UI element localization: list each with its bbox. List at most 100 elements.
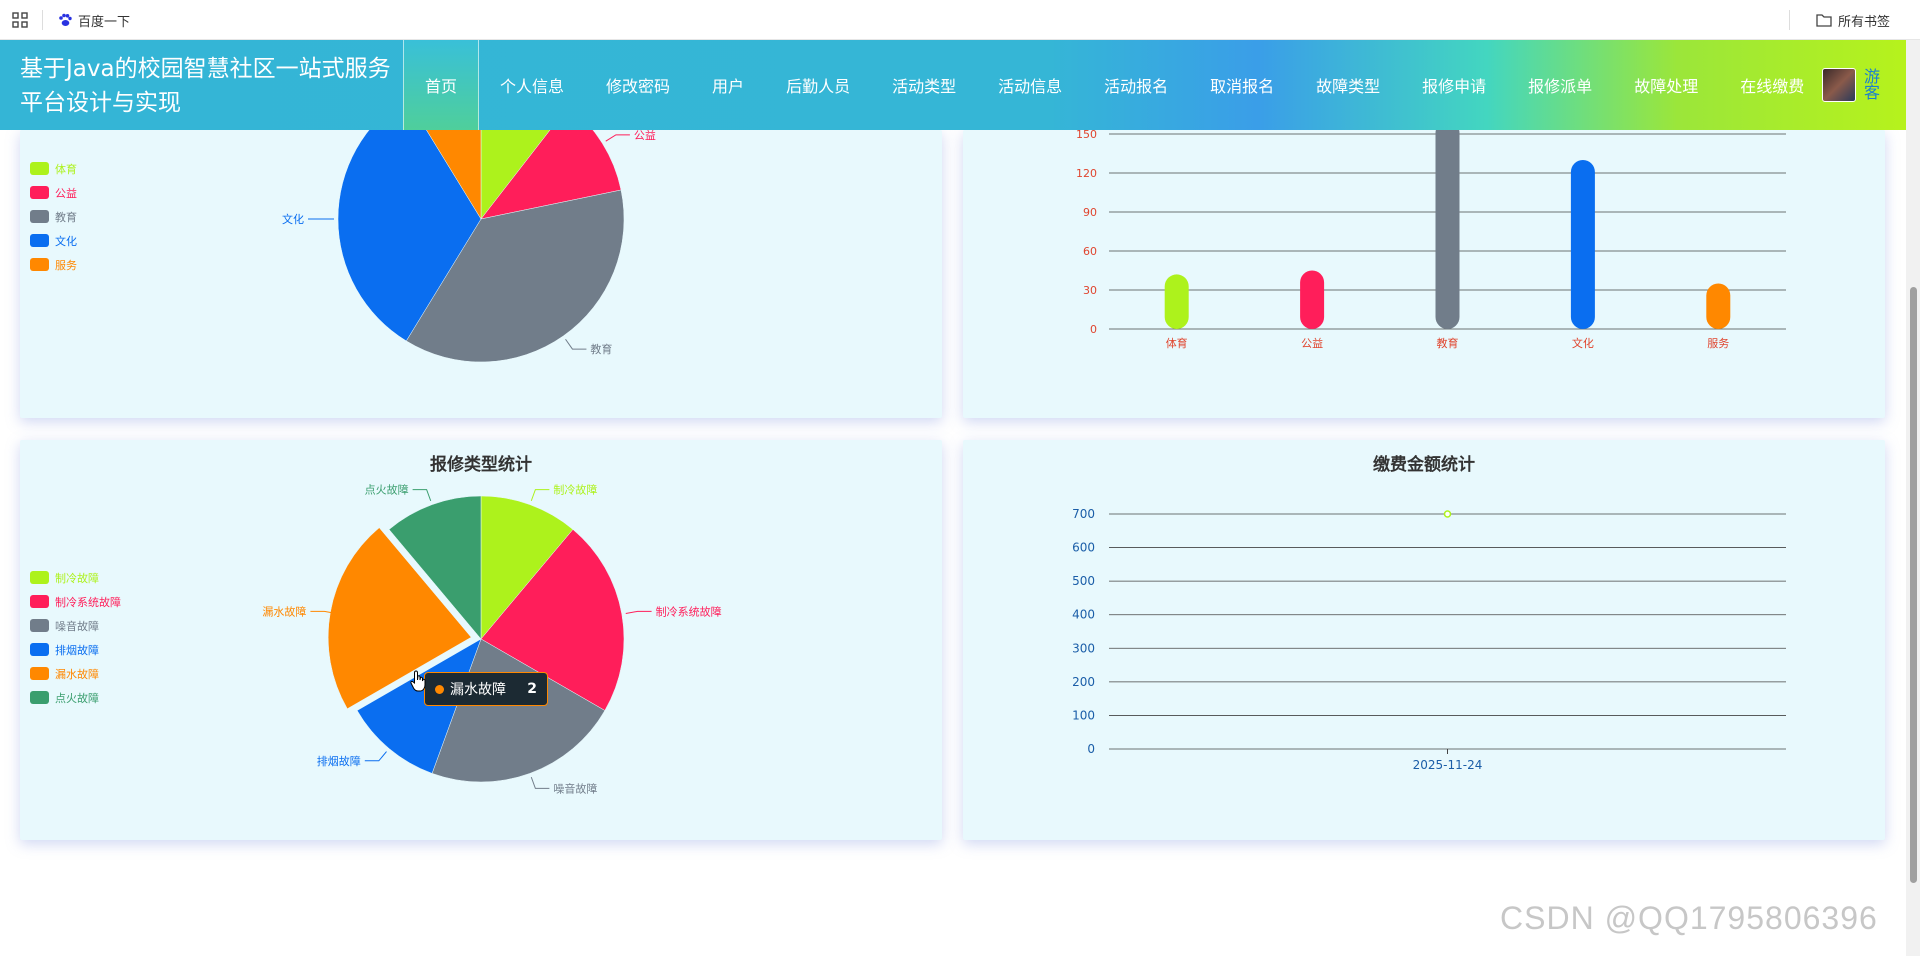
bar	[1706, 283, 1731, 329]
legend-swatch	[30, 258, 49, 271]
nav-item-online-payment[interactable]: 在线缴费	[1719, 40, 1825, 130]
activity-pie-chart: 体育公益教育文化服务体育公益教育文化服务	[30, 130, 656, 363]
bar	[1570, 160, 1595, 329]
y-tick-label: 300	[1072, 641, 1095, 655]
pie-label: 噪音故障	[553, 781, 597, 795]
page-scrollbar[interactable]	[1906, 40, 1920, 956]
x-tick-label: 教育	[1437, 336, 1459, 350]
y-tick-label: 60	[1083, 245, 1097, 258]
pie-label: 教育	[590, 342, 612, 356]
y-tick-label: 700	[1072, 507, 1095, 521]
bookmark-baidu[interactable]: 百度一下	[58, 10, 130, 30]
tooltip-dot	[435, 684, 444, 694]
nav-item-home[interactable]: 首页	[403, 40, 480, 130]
apps-grid-icon[interactable]	[12, 12, 28, 28]
nav-item-repair-dispatch[interactable]: 报修派单	[1507, 40, 1613, 130]
site-title: 基于Java的校园智慧社区一站式服务平台设计与实现	[20, 56, 391, 116]
y-tick-label: 500	[1072, 574, 1095, 588]
pie-label: 排烟故障	[317, 754, 361, 768]
y-tick-label: 200	[1072, 675, 1095, 689]
y-tick-label: 0	[1090, 323, 1097, 336]
repair-type-panel: 报修类型统计 制冷故障 制冷系统故障 噪音故障 排烟故障 漏水故障 点火故障 制冷故障 制冷系…	[20, 440, 942, 840]
tooltip-label: 漏水故障	[450, 682, 506, 698]
guest-label[interactable]: 游客	[1864, 69, 1882, 101]
legend-label: 文化	[55, 234, 77, 248]
pie-label: 公益	[634, 130, 656, 142]
nav-item-cancel-signup[interactable]: 取消报名	[1189, 40, 1295, 130]
repair-type-pie-chart: 制冷故障制冷系统故障噪音故障排烟故障漏水故障点火故障制冷故障制冷系统故障噪音故障…	[30, 483, 722, 795]
pie-label-line	[625, 610, 652, 614]
scrollbar-thumb[interactable]	[1910, 287, 1917, 883]
baidu-paw-icon	[59, 13, 72, 26]
y-tick-label: 30	[1083, 284, 1097, 297]
y-tick-label: 100	[1072, 708, 1095, 722]
pie-label-line	[412, 489, 432, 502]
pie-label: 点火故障	[365, 483, 409, 497]
bar	[1300, 270, 1325, 329]
legend-label: 点火故障	[55, 691, 99, 705]
pie-label-line	[605, 134, 630, 142]
y-tick-label: 400	[1072, 608, 1095, 622]
user-menu[interactable]: 游客	[1822, 68, 1882, 102]
y-tick-label: 600	[1072, 541, 1095, 555]
nav-item-activity-signup[interactable]: 活动报名	[1083, 40, 1189, 130]
legend-label: 体育	[55, 162, 77, 176]
bookmarks-divider	[42, 10, 43, 30]
pie-label-line	[530, 489, 550, 502]
legend-label: 制冷故障	[55, 571, 99, 585]
all-bookmarks[interactable]: 所有书签	[1816, 10, 1890, 30]
nav-item-fault-handling[interactable]: 故障处理	[1613, 40, 1719, 130]
x-tick-label: 服务	[1707, 337, 1729, 350]
legend-swatch	[30, 186, 49, 199]
legend-swatch	[30, 162, 49, 175]
x-tick-label: 文化	[1572, 336, 1594, 350]
legend-swatch	[30, 571, 49, 584]
nav-item-logistics-staff[interactable]: 后勤人员	[765, 40, 871, 130]
bar	[1435, 130, 1460, 329]
x-tick-label: 2025-11-24	[1413, 758, 1483, 772]
legend-swatch	[30, 691, 49, 704]
payment-panel: 缴费金额统计 0 100 200 300 400 500 600 700 2025-11-24	[963, 440, 1885, 840]
nav-item-users[interactable]: 用户	[691, 40, 765, 130]
nav-item-profile[interactable]: 个人信息	[479, 40, 585, 130]
legend-swatch	[30, 595, 49, 608]
payment-line-chart: 0 100 200 300 400 500 600 700 2025-11-24	[1072, 507, 1786, 772]
pie-label-line	[364, 751, 387, 762]
y-tick-label: 90	[1083, 206, 1097, 219]
pie-label-line	[530, 776, 550, 789]
all-bookmarks-label: 所有书签	[1837, 14, 1890, 30]
tooltip-value: 2	[527, 681, 537, 697]
nav-item-activity-type[interactable]: 活动类型	[871, 40, 977, 130]
legend-swatch	[30, 619, 49, 632]
pie-label: 制冷系统故障	[656, 604, 722, 618]
legend-label: 公益	[55, 186, 77, 200]
legend-swatch	[30, 667, 49, 680]
folder-icon	[1816, 14, 1832, 27]
y-tick-label: 0	[1087, 742, 1095, 756]
legend-swatch	[30, 234, 49, 247]
legend-label: 制冷系统故障	[55, 595, 121, 609]
legend-label: 噪音故障	[55, 619, 99, 633]
line-point	[1443, 510, 1452, 518]
legend-label: 漏水故障	[55, 667, 99, 681]
nav-item-repair-request[interactable]: 报修申请	[1401, 40, 1507, 130]
nav-item-activity-info[interactable]: 活动信息	[977, 40, 1083, 130]
bookmark-label: 百度一下	[78, 14, 131, 30]
nav-item-change-password[interactable]: 修改密码	[585, 40, 691, 130]
avatar[interactable]	[1822, 68, 1856, 102]
bar	[1164, 274, 1189, 329]
x-tick-label: 体育	[1166, 336, 1188, 350]
pie-label: 漏水故障	[262, 604, 306, 618]
y-tick-label: 120	[1076, 167, 1097, 180]
nav-item-fault-type[interactable]: 故障类型	[1295, 40, 1401, 130]
activity-bar-panel: 0 30 60 90 120 150 体育 公益 教育 文化 服务	[963, 130, 1885, 418]
legend-label: 排烟故障	[55, 643, 99, 657]
chart-tooltip: 漏水故障 2	[424, 672, 548, 706]
bookmarks-divider-right	[1789, 10, 1790, 30]
legend-swatch	[30, 643, 49, 656]
hand-cursor-icon	[410, 670, 426, 692]
legend-swatch	[30, 210, 49, 223]
legend-label: 服务	[55, 259, 77, 272]
pie-label: 制冷故障	[553, 483, 597, 497]
legend-label: 教育	[55, 210, 77, 224]
